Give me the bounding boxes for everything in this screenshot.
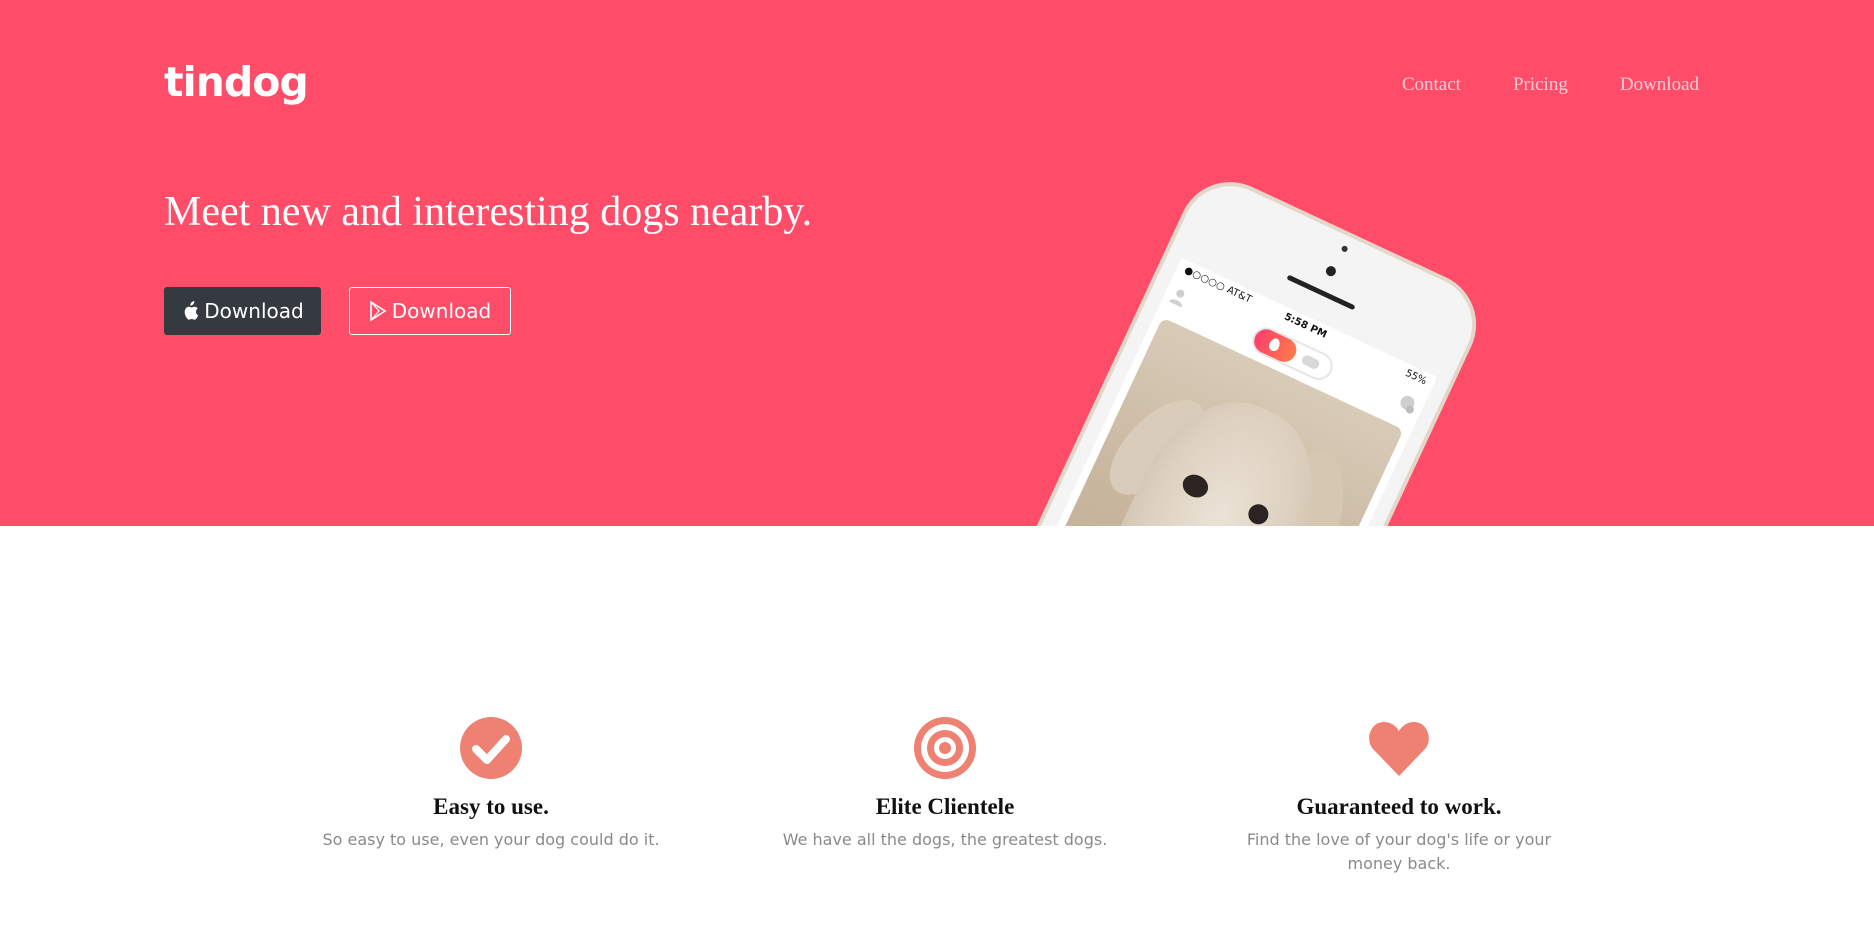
- feature-easy: Easy to use. So easy to use, even your d…: [321, 716, 661, 852]
- top-nav: Contact Pricing Download: [1402, 74, 1699, 96]
- hero-headline: Meet new and interesting dogs nearby.: [164, 189, 813, 235]
- nav-link-pricing[interactable]: Pricing: [1513, 74, 1568, 96]
- nav-link-contact[interactable]: Contact: [1402, 74, 1461, 96]
- profile-icon: [1168, 289, 1185, 308]
- heart-icon: [1369, 722, 1429, 776]
- brand-logo[interactable]: tindog: [164, 58, 309, 106]
- apple-download-button[interactable]: Download: [164, 287, 321, 335]
- apple-icon: [184, 301, 199, 320]
- feature-text: We have all the dogs, the greatest dogs.: [782, 830, 1108, 849]
- features-section: Easy to use. So easy to use, even your d…: [0, 526, 1874, 951]
- feature-elite: Elite Clientele We have all the dogs, th…: [775, 716, 1115, 852]
- target-icon: [914, 717, 976, 779]
- feature-title: Easy to use.: [433, 794, 549, 819]
- feature-text: Find the love of your dog's life or your…: [1246, 830, 1552, 873]
- feature-guaranteed: Guaranteed to work. Find the love of you…: [1229, 716, 1569, 876]
- feature-text: So easy to use, even your dog could do i…: [322, 830, 660, 849]
- people-icon: [1300, 353, 1321, 371]
- hero-section: tindog Contact Pricing Download Meet new…: [0, 0, 1874, 526]
- phone-sensor: [1340, 244, 1349, 253]
- feature-title: Guaranteed to work.: [1296, 794, 1502, 819]
- google-play-icon: [369, 301, 387, 321]
- phone-screen: ●○○○○ AT&T 5:58 PM 55%: [970, 257, 1438, 526]
- apple-download-label: Download: [204, 299, 304, 323]
- phone-camera: [1324, 264, 1338, 278]
- chat-icon: [1400, 395, 1415, 414]
- phone-battery: 55%: [1403, 367, 1429, 388]
- phone-body: ●○○○○ AT&T 5:58 PM 55%: [942, 165, 1494, 526]
- phone-speaker: [1286, 274, 1356, 311]
- nav-link-download[interactable]: Download: [1620, 74, 1699, 96]
- play-download-button[interactable]: Download: [349, 287, 511, 335]
- phone-carrier: ●○○○○ AT&T: [1182, 264, 1254, 306]
- check-circle-icon: [460, 717, 522, 779]
- phone-mockup: ●○○○○ AT&T 5:58 PM 55%: [942, 165, 1494, 526]
- feature-title: Elite Clientele: [875, 794, 1015, 819]
- play-download-label: Download: [391, 299, 492, 323]
